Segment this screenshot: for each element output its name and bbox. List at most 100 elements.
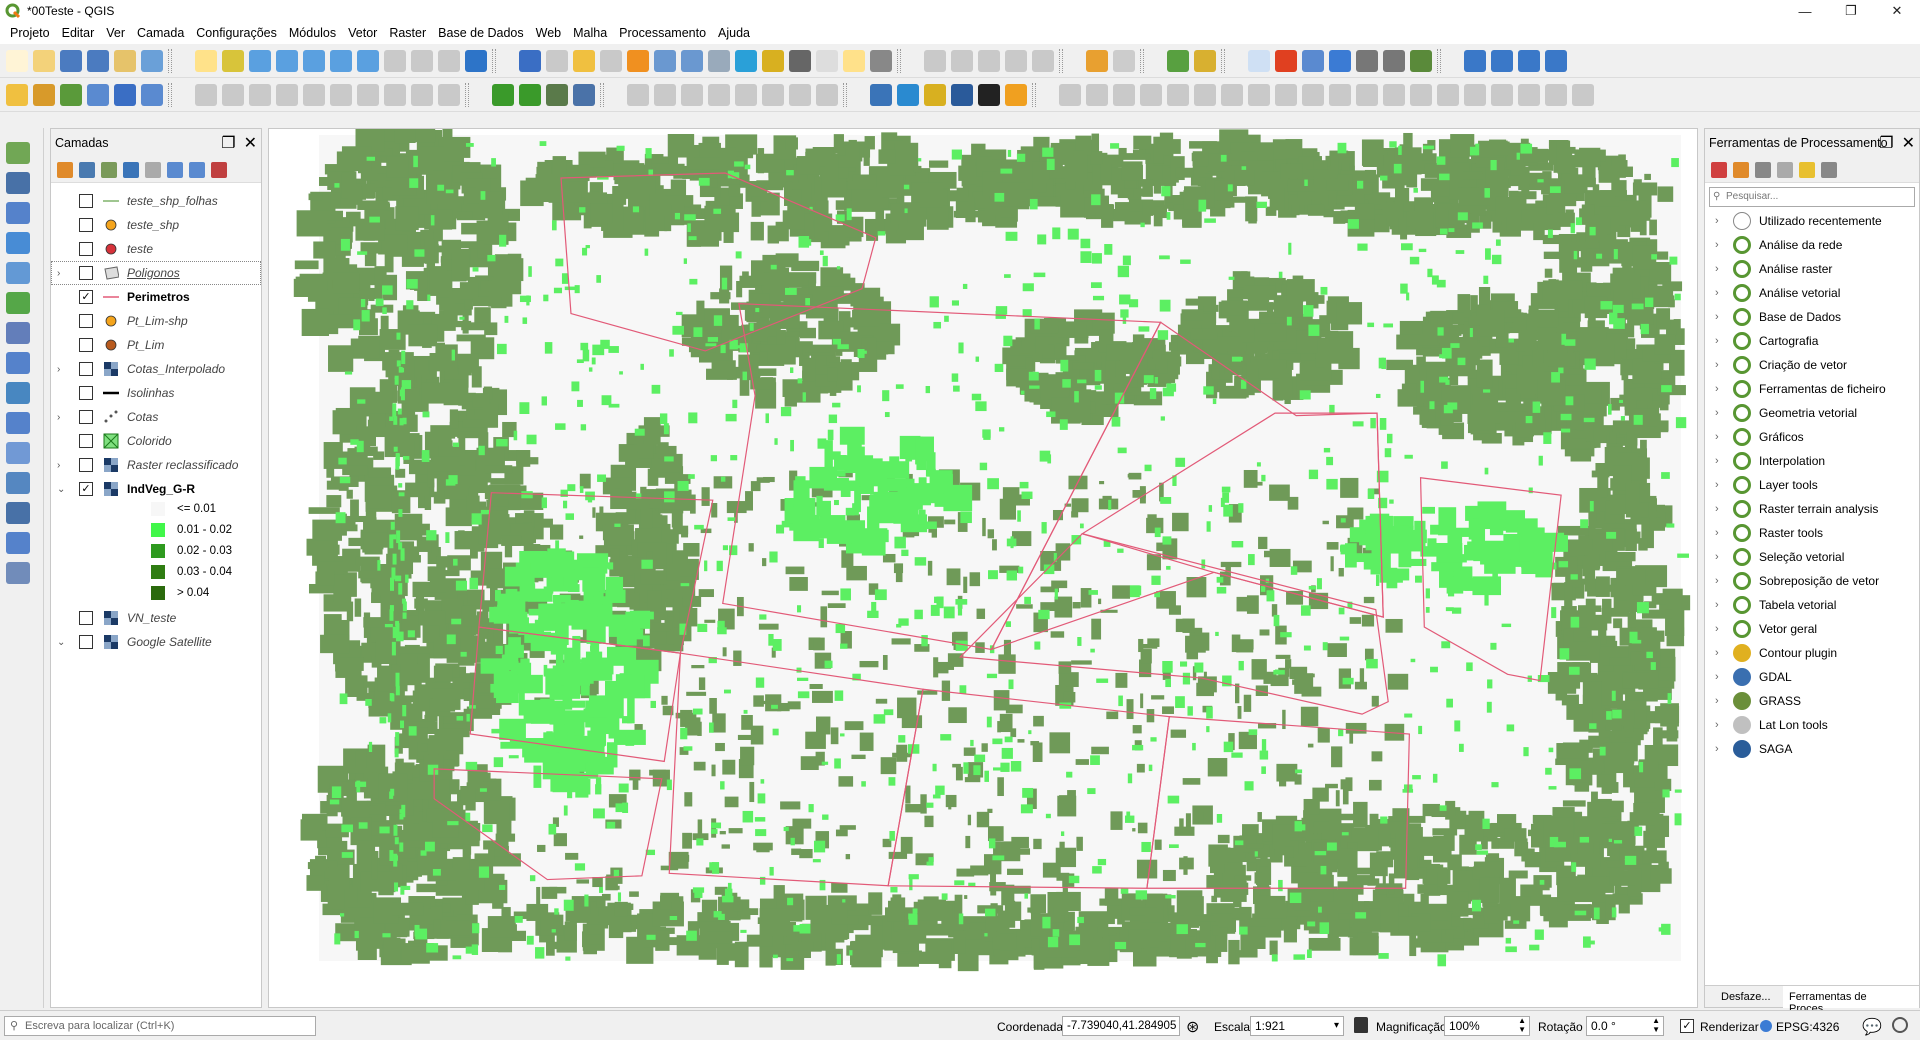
toolbar2-button-48[interactable] [1302, 84, 1324, 106]
toolbar1-button-49[interactable] [1329, 50, 1351, 72]
layer-visibility-checkbox[interactable] [79, 410, 93, 424]
layer-visibility-checkbox[interactable] [79, 458, 93, 472]
toolbar2-button-3[interactable] [87, 84, 109, 106]
layer-row[interactable]: Pt_Lim [51, 333, 261, 357]
add-layer-button-4[interactable] [6, 262, 30, 284]
menu-item-3[interactable]: Camada [131, 26, 190, 40]
toolbar1-button-11[interactable] [303, 50, 325, 72]
toolbar2-button-49[interactable] [1329, 84, 1351, 106]
toolbar2-button-11[interactable] [303, 84, 325, 106]
add-layer-button-11[interactable] [6, 472, 30, 494]
toolbar2-button-21[interactable] [573, 84, 595, 106]
layer-tool-button-5[interactable] [167, 162, 183, 178]
layer-visibility-checkbox[interactable] [79, 338, 93, 352]
add-layer-button-9[interactable] [6, 412, 30, 434]
chevron-right-icon[interactable]: › [57, 412, 67, 423]
toolbar1-button-51[interactable] [1383, 50, 1405, 72]
toolbar2-button-37[interactable] [1005, 84, 1027, 106]
toolbar2-button-29[interactable] [789, 84, 811, 106]
toolbar2-button-9[interactable] [249, 84, 271, 106]
toolbar1-button-47[interactable] [1275, 50, 1297, 72]
toolbar2-button-47[interactable] [1275, 84, 1297, 106]
toolbar1-button-4[interactable] [114, 50, 136, 72]
add-layer-button-14[interactable] [6, 562, 30, 584]
minimize-button[interactable]: — [1782, 0, 1828, 22]
toolbar1-button-1[interactable] [33, 50, 55, 72]
toolbar1-button-55[interactable] [1491, 50, 1513, 72]
menu-item-12[interactable]: Ajuda [712, 26, 756, 40]
toolbar2-button-5[interactable] [141, 84, 163, 106]
chevron-down-icon[interactable]: ⌄ [57, 484, 67, 495]
toolbar1-button-37[interactable] [1005, 50, 1027, 72]
add-layer-button-2[interactable] [6, 202, 30, 224]
toolbar1-button-17[interactable] [465, 50, 487, 72]
toolbar1-button-52[interactable] [1410, 50, 1432, 72]
toolbar1-button-0[interactable] [6, 50, 28, 72]
menu-item-4[interactable]: Configurações [190, 26, 283, 40]
close-panel-icon[interactable]: ✕ [244, 133, 257, 153]
toolbar2-button-4[interactable] [114, 84, 136, 106]
toolbar1-button-31[interactable] [843, 50, 865, 72]
add-layer-button-8[interactable] [6, 382, 30, 404]
toolbar1-button-24[interactable] [654, 50, 676, 72]
layer-tool-button-1[interactable] [79, 162, 95, 178]
toolbar1-button-22[interactable] [600, 50, 622, 72]
maximize-button[interactable]: ❐ [1828, 0, 1874, 22]
layer-row[interactable]: Colorido [51, 429, 261, 453]
layer-visibility-checkbox[interactable] [79, 635, 93, 649]
layer-row[interactable]: › Cotas [51, 405, 261, 429]
toolbar2-button-41[interactable] [1113, 84, 1135, 106]
close-button[interactable]: ✕ [1874, 0, 1920, 22]
toolbar2-button-51[interactable] [1383, 84, 1405, 106]
toolbar1-button-2[interactable] [60, 50, 82, 72]
layer-row[interactable]: › Poligonos [51, 261, 261, 285]
toolbar2-button-35[interactable] [951, 84, 973, 106]
add-layer-button-6[interactable] [6, 322, 30, 344]
layer-row[interactable]: teste [51, 237, 261, 261]
toolbar2-button-23[interactable] [627, 84, 649, 106]
toolbar1-button-21[interactable] [573, 50, 595, 72]
toolbar1-button-50[interactable] [1356, 50, 1378, 72]
toolbar1-button-28[interactable] [762, 50, 784, 72]
toolbar1-button-3[interactable] [87, 50, 109, 72]
toolbar1-button-43[interactable] [1167, 50, 1189, 72]
toolbar2-button-30[interactable] [816, 84, 838, 106]
toolbar2-button-2[interactable] [60, 84, 82, 106]
layer-visibility-checkbox[interactable] [79, 266, 93, 280]
toolbar1-button-36[interactable] [978, 50, 1000, 72]
toolbar1-button-29[interactable] [789, 50, 811, 72]
toolbar2-button-40[interactable] [1086, 84, 1108, 106]
toolbar1-button-32[interactable] [870, 50, 892, 72]
toolbar2-button-36[interactable] [978, 84, 1000, 106]
layer-row[interactable]: VN_teste [51, 606, 261, 630]
add-layer-button-1[interactable] [6, 172, 30, 194]
toolbar2-button-15[interactable] [411, 84, 433, 106]
toolbar2-button-42[interactable] [1140, 84, 1162, 106]
layer-row[interactable]: ⌄ ✓ IndVeg_G-R [51, 477, 261, 501]
layer-visibility-checkbox[interactable] [79, 194, 93, 208]
menu-item-9[interactable]: Web [530, 26, 567, 40]
layer-visibility-checkbox[interactable] [79, 242, 93, 256]
layer-visibility-checkbox[interactable] [79, 218, 93, 232]
toolbar2-button-57[interactable] [1545, 84, 1567, 106]
layer-tool-button-7[interactable] [211, 162, 227, 178]
layer-tool-button-2[interactable] [101, 162, 117, 178]
layer-row[interactable]: ✓ Perimetros [51, 285, 261, 309]
toolbar1-button-38[interactable] [1032, 50, 1054, 72]
chevron-right-icon[interactable]: › [57, 460, 67, 471]
toolbar2-button-52[interactable] [1410, 84, 1432, 106]
toolbar1-button-15[interactable] [411, 50, 433, 72]
add-layer-button-0[interactable] [6, 142, 30, 164]
toolbar2-button-43[interactable] [1167, 84, 1189, 106]
toolbar2-button-54[interactable] [1464, 84, 1486, 106]
layer-row[interactable]: ⌄ Google Satellite [51, 630, 261, 654]
toolbar1-button-23[interactable] [627, 50, 649, 72]
toolbar1-button-46[interactable] [1248, 50, 1270, 72]
toolbar1-button-54[interactable] [1464, 50, 1486, 72]
toolbar1-button-5[interactable] [141, 50, 163, 72]
layer-visibility-checkbox[interactable] [79, 362, 93, 376]
toolbar2-button-28[interactable] [762, 84, 784, 106]
layer-visibility-checkbox[interactable] [79, 611, 93, 625]
toolbar2-button-34[interactable] [924, 84, 946, 106]
toolbar1-button-26[interactable] [708, 50, 730, 72]
